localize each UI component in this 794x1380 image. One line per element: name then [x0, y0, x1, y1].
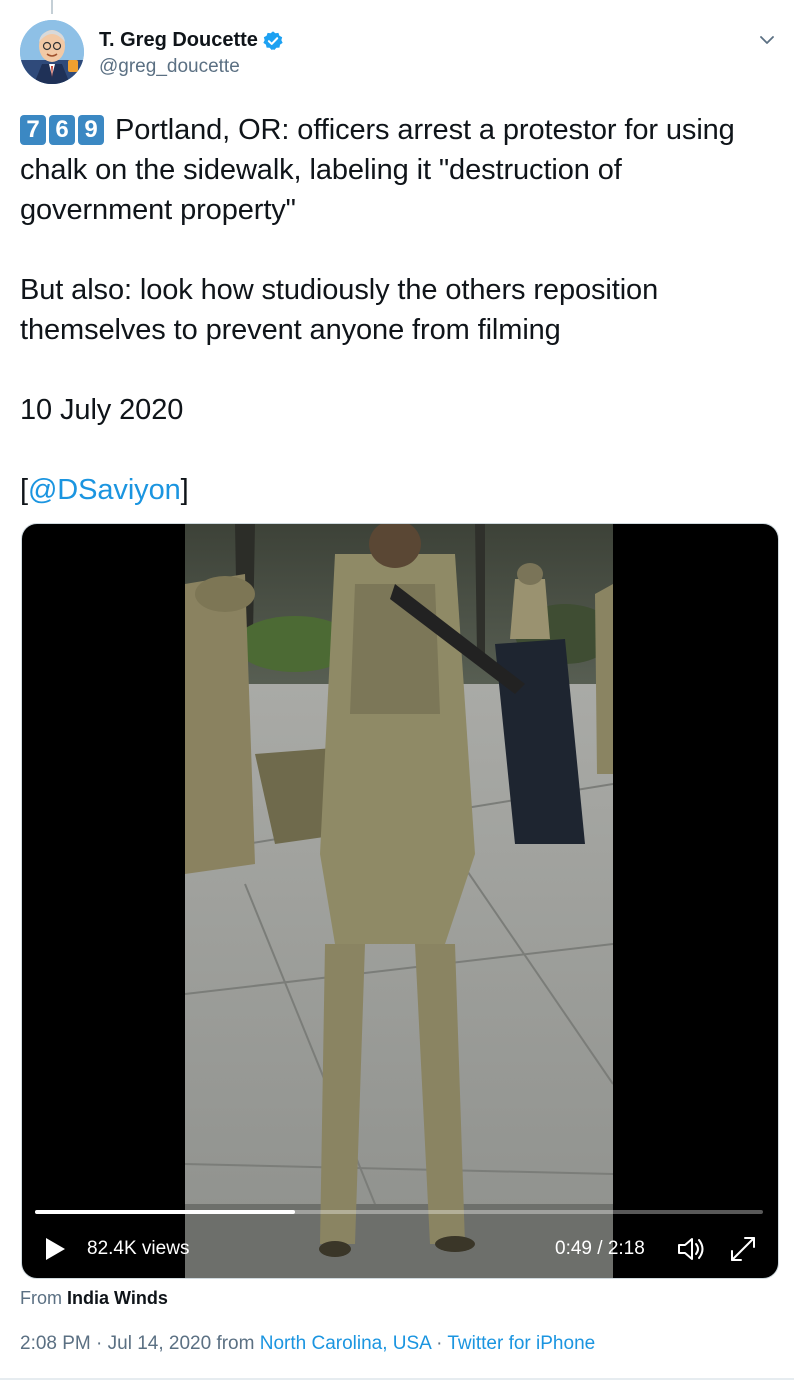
tweet-credit: [@DSaviyon] — [20, 474, 189, 506]
playback-time: 0:49 / 2:18 — [555, 1238, 645, 1259]
tweet-text: 769 Portland, OR: officers arrest a prot… — [20, 110, 780, 510]
cartoon-avatar-icon — [20, 20, 84, 84]
video-source-attribution: From India Winds — [20, 1288, 168, 1308]
play-icon[interactable] — [42, 1236, 68, 1262]
author-handle[interactable]: @greg_doucette — [99, 56, 240, 78]
keycap-digit-9: 9 — [78, 115, 104, 145]
verified-badge-icon — [263, 30, 283, 50]
view-count: 82.4K views — [87, 1238, 190, 1259]
keycap-digit-7: 7 — [20, 115, 46, 145]
tweet-metadata: 2:08 PM · Jul 14, 2020 from North Caroli… — [20, 1333, 596, 1354]
video-progress-bar[interactable] — [35, 1210, 763, 1214]
tweet-paragraph-1: 769 Portland, OR: officers arrest a prot… — [20, 110, 780, 230]
video-progress-fill — [35, 1210, 295, 1214]
thread-connector-line — [51, 0, 53, 14]
mention-link[interactable]: @DSaviyon — [28, 474, 181, 506]
tweet-paragraph-2: But also: look how studiously the others… — [20, 274, 659, 346]
avatar[interactable] — [20, 20, 84, 84]
video-frame[interactable] — [185, 524, 613, 1278]
volume-icon[interactable] — [676, 1235, 706, 1263]
tweet-timestamp[interactable]: 2:08 PM · Jul 14, 2020 from — [20, 1333, 254, 1354]
tweet-date-line: 10 July 2020 — [20, 394, 184, 426]
client-link[interactable]: Twitter for iPhone — [447, 1333, 595, 1354]
author-name-text[interactable]: T. Greg Doucette — [99, 29, 258, 52]
tweet-line-1: Portland, OR: officers arrest a protesto… — [20, 114, 735, 226]
fullscreen-icon[interactable] — [729, 1235, 757, 1263]
author-name[interactable]: T. Greg Doucette — [99, 29, 284, 52]
source-account-link[interactable]: India Winds — [67, 1288, 168, 1308]
video-player[interactable]: 82.4K views 0:49 / 2:18 — [21, 523, 779, 1279]
keycap-digit-6: 6 — [49, 115, 75, 145]
chevron-down-icon[interactable] — [757, 30, 777, 50]
location-link[interactable]: North Carolina, USA — [260, 1333, 431, 1354]
